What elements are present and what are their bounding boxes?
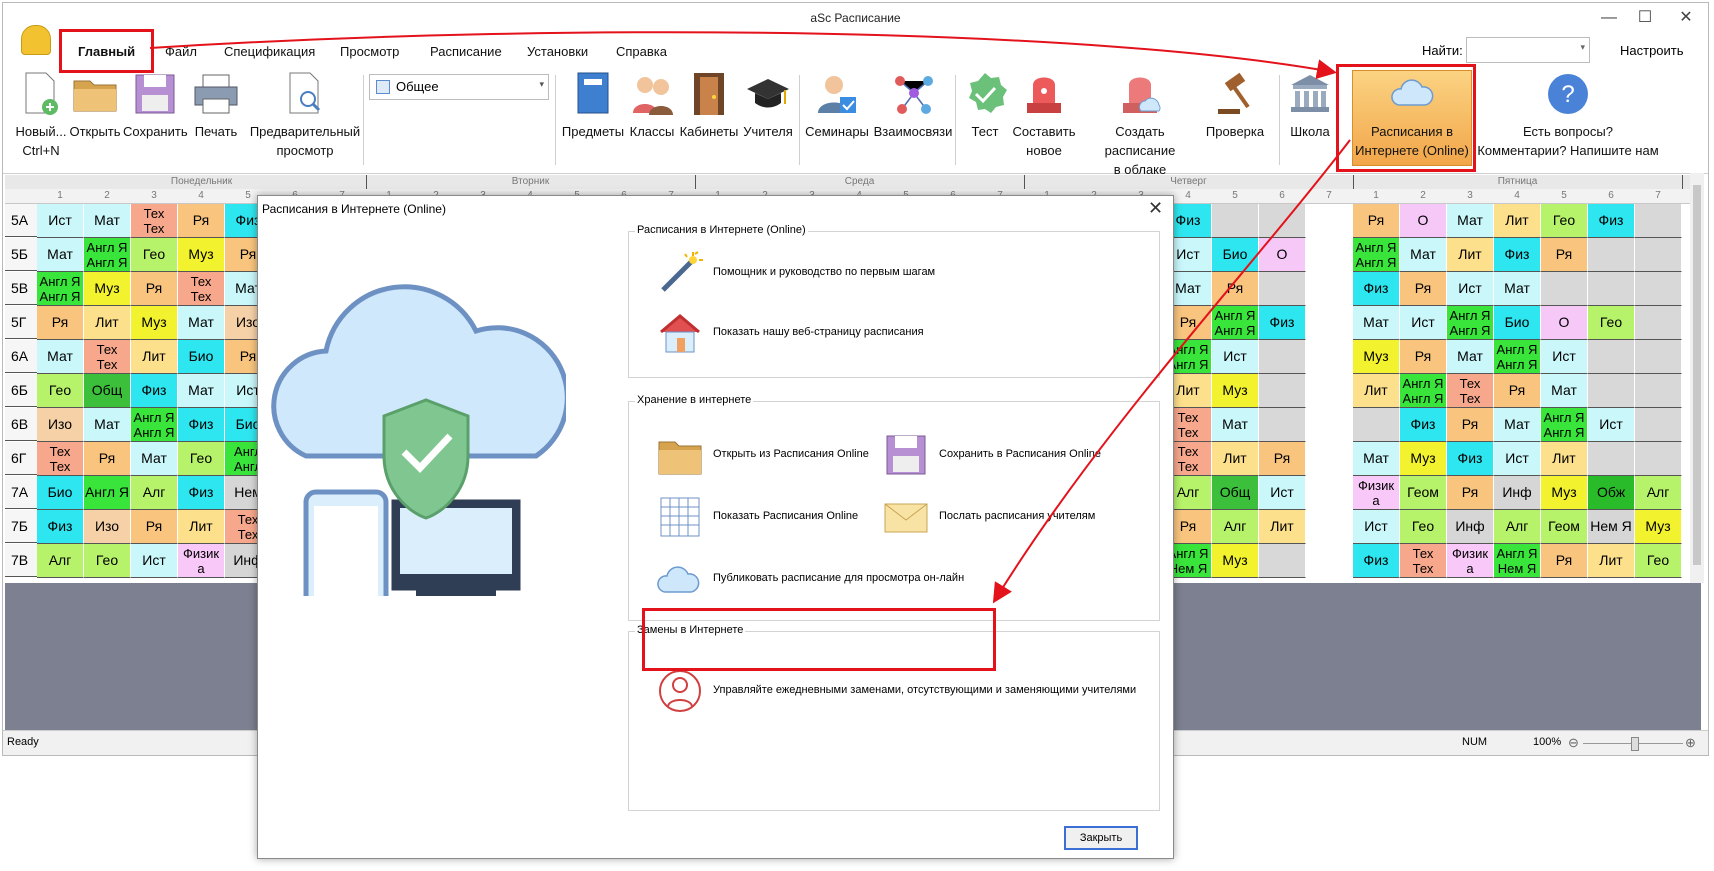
annotation-arrows <box>149 31 1351 604</box>
